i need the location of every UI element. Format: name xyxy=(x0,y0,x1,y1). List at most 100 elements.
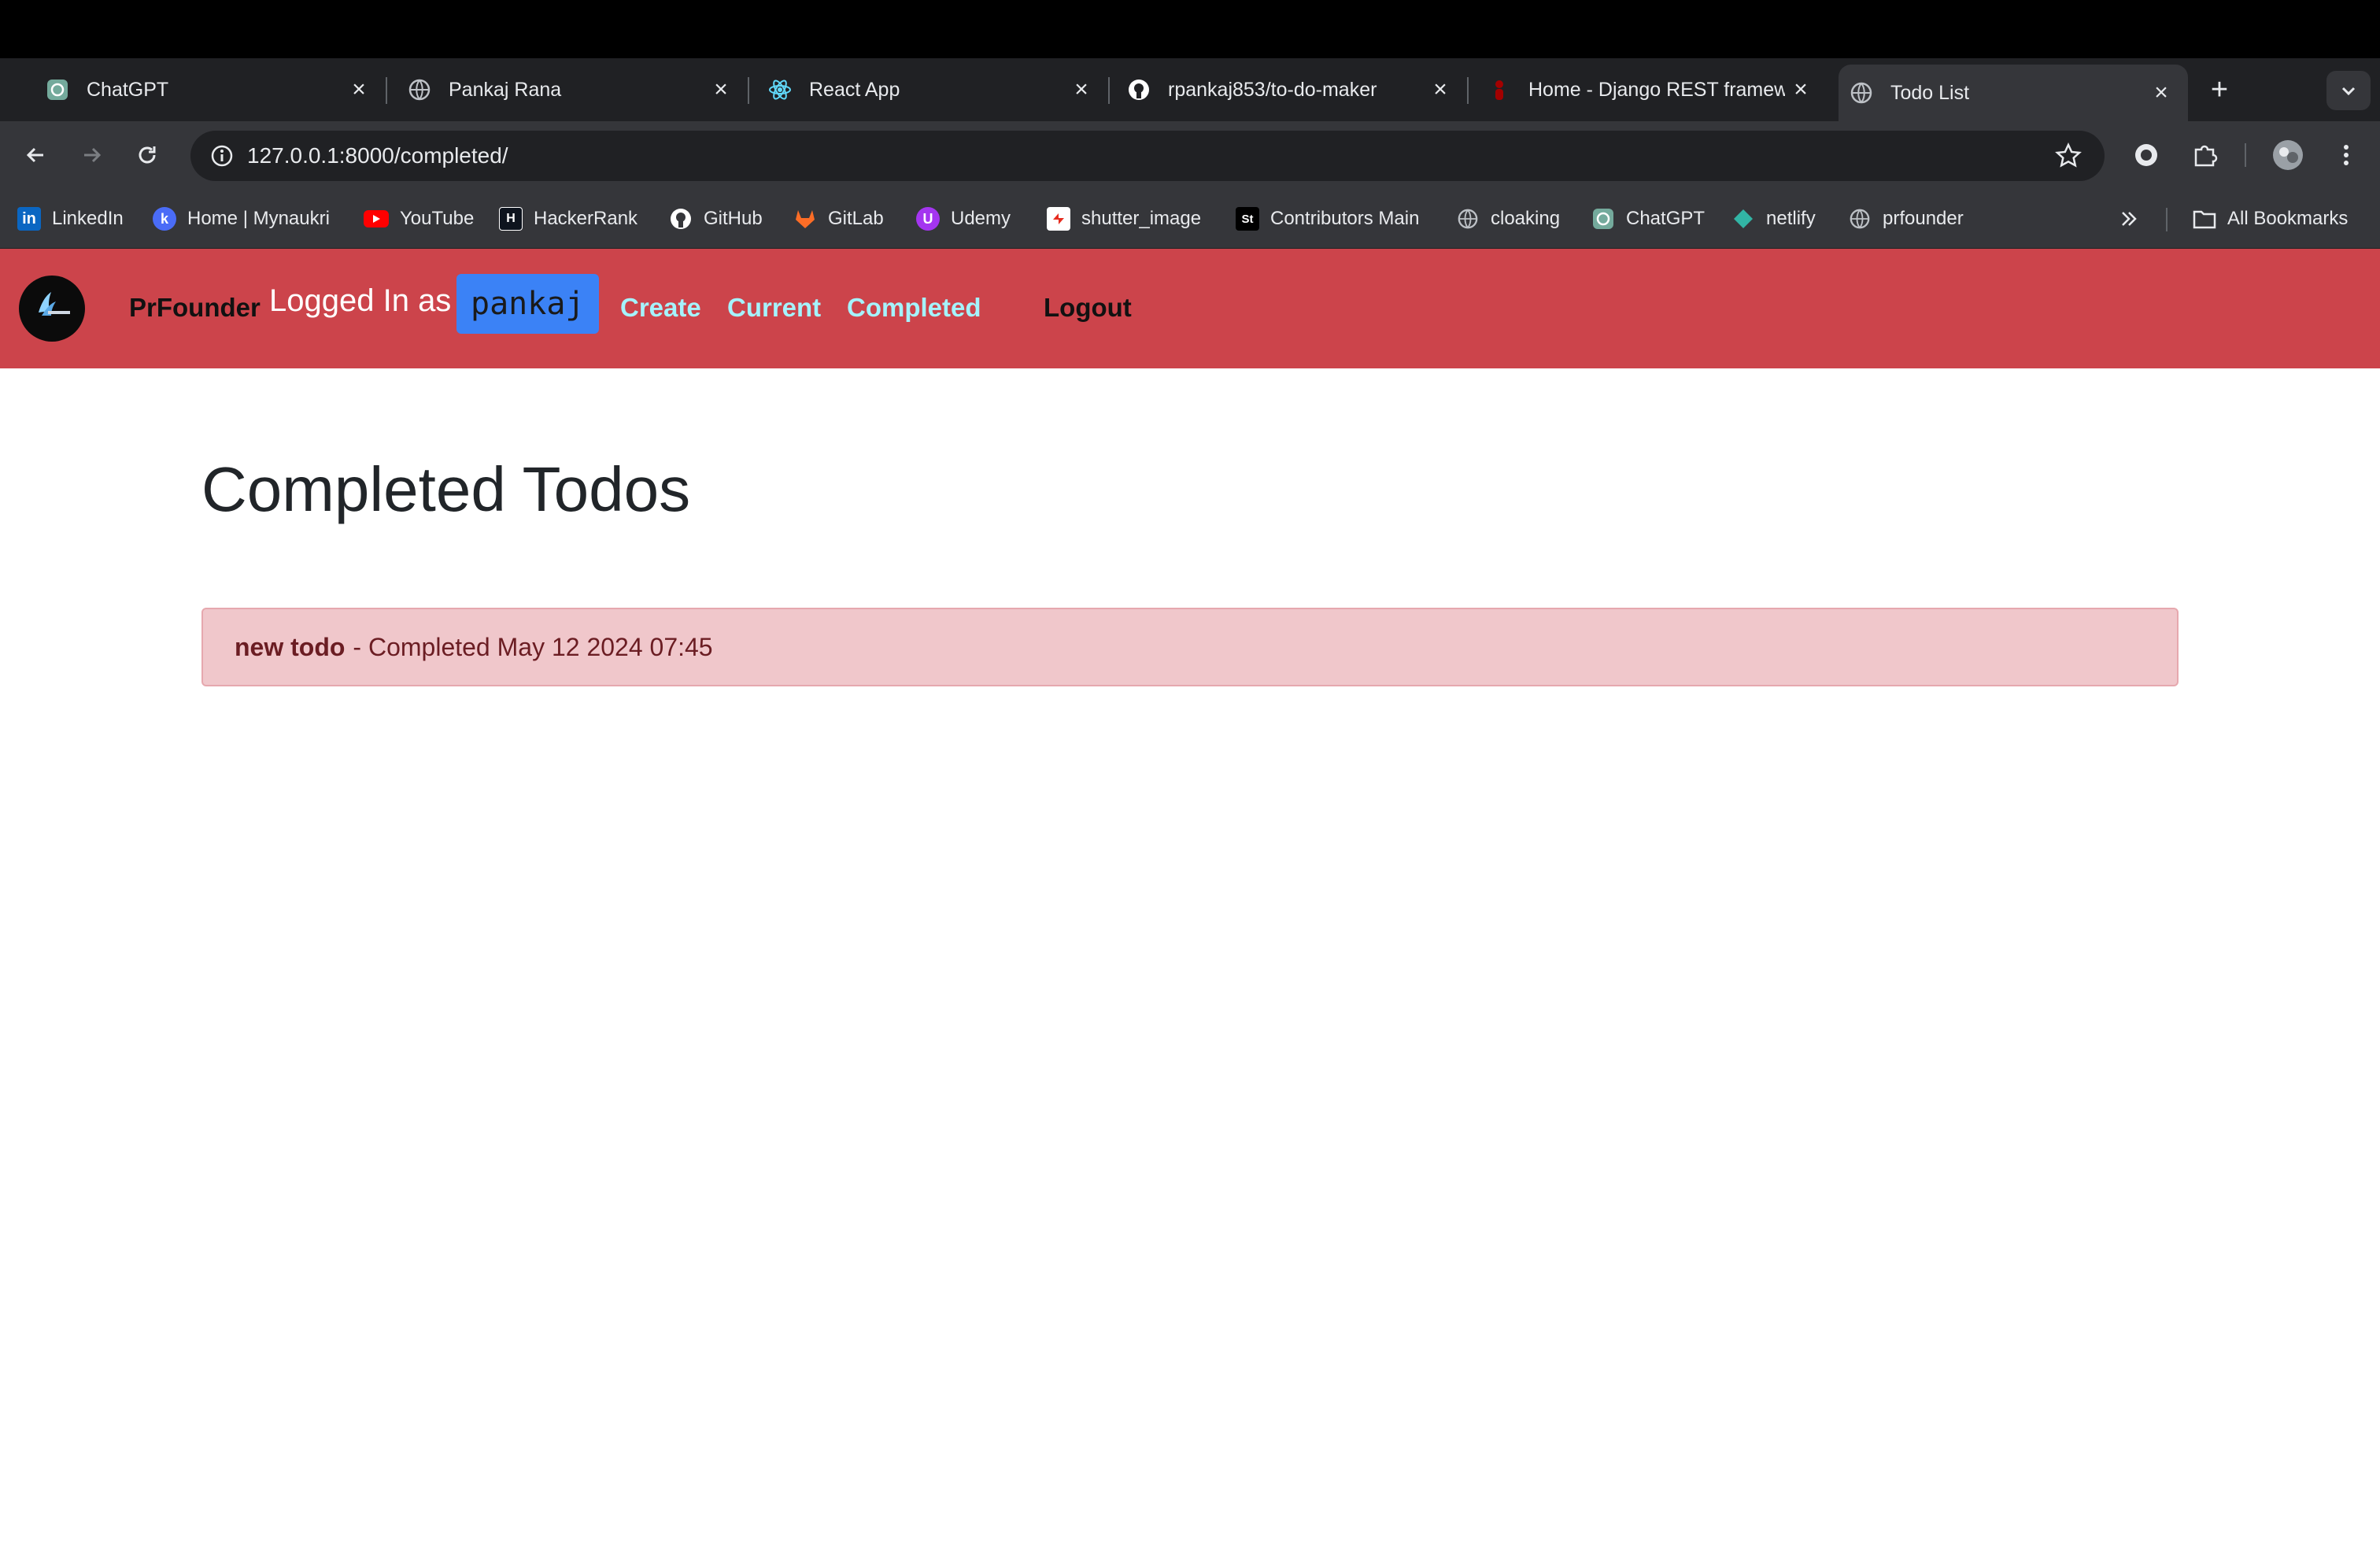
folder-icon xyxy=(2193,207,2216,231)
bookmark-chatgpt[interactable]: ChatGPT xyxy=(1591,203,1705,235)
bookmark-label: LinkedIn xyxy=(52,208,124,229)
new-tab-button[interactable]: + xyxy=(2196,73,2243,106)
bookmarks-divider xyxy=(2166,208,2168,231)
react-icon xyxy=(768,78,792,102)
bookmark-label: All Bookmarks xyxy=(2227,208,2349,229)
todo-completed-date: - Completed May 12 2024 07:45 xyxy=(353,632,713,661)
more-bookmarks-button[interactable] xyxy=(2117,203,2152,235)
globe-icon xyxy=(1850,81,1873,105)
extension-copilot-icon[interactable] xyxy=(2127,135,2166,175)
chatgpt-icon xyxy=(1591,207,1615,231)
bookmark-prfounder[interactable]: prfounder xyxy=(1848,203,1964,235)
todo-title: new todo xyxy=(235,632,346,661)
st-icon: St xyxy=(1236,207,1259,231)
tab-django-rest[interactable]: Home - Django REST framew × xyxy=(1442,58,1828,121)
nav-current-link[interactable]: Current xyxy=(727,293,821,323)
hackerrank-icon: H xyxy=(499,207,523,231)
tab-title: rpankaj853/to-do-maker xyxy=(1168,78,1377,101)
bookmark-gitlab[interactable]: GitLab xyxy=(793,203,884,235)
toolbar-divider xyxy=(2245,143,2246,167)
shutter-icon xyxy=(1047,207,1070,231)
tab-search-button[interactable] xyxy=(2326,71,2371,110)
bookmark-shutter-image[interactable]: shutter_image xyxy=(1047,203,1201,235)
tab-react-app[interactable]: React App × xyxy=(722,58,1110,121)
bookmark-label: ChatGPT xyxy=(1626,208,1706,229)
close-icon[interactable]: × xyxy=(1785,74,1816,105)
tab-github-repo[interactable]: rpankaj853/to-do-maker × xyxy=(1081,58,1469,121)
tab-title: ChatGPT xyxy=(87,78,169,101)
reload-icon xyxy=(139,146,156,164)
netlify-icon xyxy=(1731,207,1755,231)
browser-toolbar: 127.0.0.1:8000/completed/ xyxy=(0,121,2380,189)
bookmark-star-icon[interactable] xyxy=(2053,140,2084,172)
bookmark-label: Udemy xyxy=(951,208,1011,229)
site-info-icon[interactable] xyxy=(206,140,238,172)
bookmark-contributors-main[interactable]: St Contributors Main xyxy=(1236,203,1419,235)
todo-list-item[interactable]: new todo - Completed May 12 2024 07:45 xyxy=(201,608,2179,686)
github-icon xyxy=(1127,78,1151,102)
nav-create-link[interactable]: Create xyxy=(620,293,701,323)
bookmark-label: GitHub xyxy=(704,208,763,229)
brand-logo[interactable] xyxy=(19,276,85,342)
tab-strip: ChatGPT × Pankaj Rana × React App × rpan… xyxy=(0,58,2380,121)
brand-name[interactable]: PrFounder xyxy=(129,293,261,323)
udemy-icon: U xyxy=(916,207,940,231)
macos-menu-strip xyxy=(0,0,2380,58)
address-bar[interactable]: 127.0.0.1:8000/completed/ xyxy=(190,131,2105,181)
bookmark-linkedin[interactable]: in LinkedIn xyxy=(17,203,124,235)
bookmark-label: HackerRank xyxy=(534,208,638,229)
tab-title: Home - Django REST framew xyxy=(1528,78,1785,101)
bookmark-netlify[interactable]: netlify xyxy=(1731,203,1816,235)
github-icon xyxy=(669,207,693,231)
bookmark-label: shutter_image xyxy=(1081,208,1202,229)
extensions-puzzle-icon[interactable] xyxy=(2185,135,2224,175)
linkedin-icon: in xyxy=(17,207,41,231)
tab-pankaj-rana[interactable]: Pankaj Rana × xyxy=(362,58,749,121)
django-icon xyxy=(1488,78,1511,102)
tab-title: Todo List xyxy=(1890,81,1970,104)
back-arrow-icon xyxy=(26,147,43,163)
gitlab-icon xyxy=(793,207,817,231)
chevron-down-icon xyxy=(2341,87,2356,96)
bookmark-mynaukri[interactable]: k Home | Mynaukri xyxy=(153,203,330,235)
forward-arrow-icon xyxy=(84,147,102,163)
bookmark-udemy[interactable]: U Udemy xyxy=(916,203,1011,235)
bookmarks-bar: in LinkedIn k Home | Mynaukri YouTube H … xyxy=(0,189,2380,249)
globe-icon xyxy=(1456,207,1480,231)
bookmark-label: prfounder xyxy=(1883,208,1964,229)
globe-icon xyxy=(408,78,431,102)
reload-button[interactable] xyxy=(128,135,167,175)
chatgpt-icon xyxy=(46,78,69,102)
tab-title: React App xyxy=(809,78,900,101)
bookmark-label: YouTube xyxy=(400,208,475,229)
forward-button[interactable] xyxy=(72,135,112,175)
logged-in-label: Logged In as xyxy=(269,283,452,318)
youtube-icon xyxy=(364,210,389,227)
profile-avatar[interactable] xyxy=(2268,135,2308,175)
tab-chatgpt[interactable]: ChatGPT × xyxy=(0,58,387,121)
back-button[interactable] xyxy=(16,135,55,175)
bookmark-github[interactable]: GitHub xyxy=(669,203,763,235)
bookmark-label: Contributors Main xyxy=(1270,208,1420,229)
bookmark-label: cloaking xyxy=(1491,208,1561,229)
bookmark-youtube[interactable]: YouTube xyxy=(364,203,474,235)
app-navbar: PrFounder Logged In as pankaj Create Cur… xyxy=(0,249,2380,368)
globe-icon xyxy=(1848,207,1872,231)
page-title: Completed Todos xyxy=(201,454,691,524)
bookmark-hackerrank[interactable]: H HackerRank xyxy=(499,203,638,235)
close-icon[interactable]: × xyxy=(2145,77,2177,109)
browser-menu-icon[interactable] xyxy=(2326,135,2366,175)
nav-completed-link[interactable]: Completed xyxy=(847,293,981,323)
bookmark-label: Home | Mynaukri xyxy=(187,208,330,229)
tab-todo-list[interactable]: Todo List × xyxy=(1839,65,2188,121)
bookmark-label: GitLab xyxy=(828,208,884,229)
tab-title: Pankaj Rana xyxy=(449,78,562,101)
bookmark-cloaking[interactable]: cloaking xyxy=(1456,203,1560,235)
all-bookmarks-button[interactable]: All Bookmarks xyxy=(2193,203,2348,235)
mynaukri-icon: k xyxy=(153,207,176,231)
logout-button[interactable]: Logout xyxy=(1044,293,1132,323)
double-chevron-right-icon xyxy=(2117,207,2141,231)
username-badge: pankaj xyxy=(456,274,599,334)
url-text: 127.0.0.1:8000/completed/ xyxy=(247,143,508,168)
bookmark-label: netlify xyxy=(1766,208,1816,229)
